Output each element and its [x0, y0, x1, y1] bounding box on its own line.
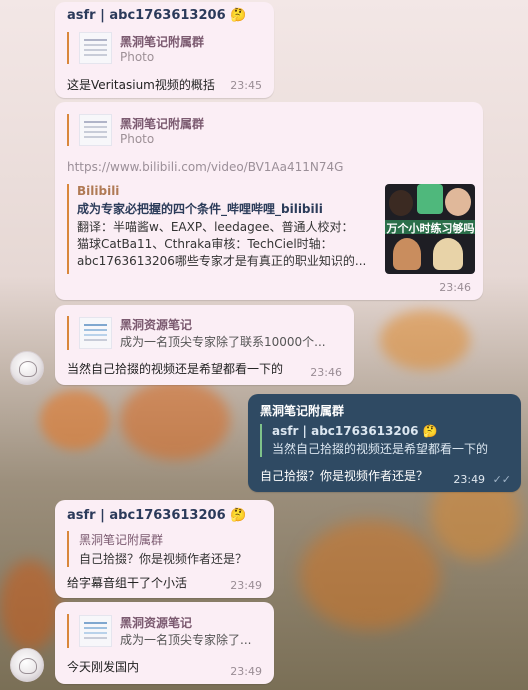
reply-title: 黑洞资源笔记	[120, 616, 193, 630]
reply-preview[interactable]: 黑洞笔记附属群 自己拾掇？你是视频作者还是？	[67, 531, 247, 567]
reply-subtitle: Photo	[120, 131, 155, 146]
background-blob	[300, 520, 440, 630]
reply-title: 黑洞笔记附属群	[120, 116, 205, 131]
chat-header: 黑洞笔记附属群	[260, 404, 345, 418]
reply-subtitle: 成为一名顶尖专家除了...	[120, 633, 252, 647]
reply-subtitle: 成为一名顶尖专家除了联系10000个...	[120, 335, 326, 349]
message-text: 给字幕音组干了个小活	[67, 576, 188, 590]
reply-thumbnail	[79, 317, 112, 349]
message-bubble[interactable]: asfr | abc1763613206 🤔 黑洞笔记附属群 自己拾掇？你是视频…	[55, 500, 274, 598]
outgoing-message-bubble[interactable]: 黑洞笔记附属群 asfr | abc1763613206 🤔 当然自己拾掇的视频…	[248, 394, 521, 492]
reply-thumbnail	[79, 615, 112, 647]
thumbnail-figure	[433, 238, 463, 270]
thinking-emoji-icon: 🤔	[422, 424, 438, 438]
message-bubble[interactable]: 黑洞笔记附属群 Photo https://www.bilibili.com/v…	[55, 102, 483, 300]
avatar[interactable]	[10, 351, 44, 385]
message-time: 23:46	[439, 281, 471, 294]
sender-name[interactable]: asfr | abc1763613206 🤔	[67, 508, 246, 523]
message-bubble[interactable]: 黑洞资源笔记 成为一名顶尖专家除了联系10000个... 当然自己拾掇的视频还是…	[55, 305, 354, 385]
sender-name[interactable]: asfr | abc1763613206 🤔	[67, 8, 246, 23]
message-text: 自己拾掇？你是视频作者还是？	[260, 469, 429, 483]
message-text: 今天刚发国内	[67, 660, 140, 674]
read-receipt-icon: ✓✓	[492, 473, 511, 486]
background-blob	[120, 380, 230, 460]
reply-thumbnail	[79, 114, 112, 146]
reply-preview[interactable]: 黑洞资源笔记 成为一名顶尖专家除了联系10000个...	[67, 316, 326, 350]
message-time: 23:46	[310, 366, 342, 379]
background-blob	[0, 560, 60, 650]
reply-title: 黑洞资源笔记	[120, 318, 193, 332]
link-preview[interactable]: Bilibili 成为专家必把握的四个条件_哔哩哔哩_bilibili 翻译：半…	[67, 184, 477, 274]
thinking-emoji-icon: 🤔	[230, 8, 247, 23]
message-time: 23:49	[230, 665, 262, 678]
reply-title: 黑洞笔记附属群	[79, 533, 164, 547]
preview-thumbnail[interactable]: 万个小时练习够吗	[385, 184, 475, 274]
message-time: 23:49	[453, 473, 486, 486]
reply-preview[interactable]: 黑洞笔记附属群 Photo	[67, 114, 204, 146]
thumbnail-caption: 万个小时练习够吗	[386, 222, 475, 235]
thumbnail-figure	[445, 188, 471, 216]
message-time: 23:45	[230, 79, 262, 92]
thumbnail-figure	[389, 190, 413, 216]
reply-subtitle: Photo	[120, 49, 155, 64]
message-text: 当然自己拾掇的视频还是希望都看一下的	[67, 362, 284, 376]
message-bubble[interactable]: asfr | abc1763613206 🤔 黑洞笔记附属群 Photo 这是V…	[55, 2, 274, 98]
message-time: 23:49	[230, 579, 262, 592]
thumbnail-figure	[393, 238, 421, 270]
message-text: 这是Veritasium视频的概括	[67, 78, 215, 92]
reply-subtitle: 自己拾掇？你是视频作者还是？	[79, 552, 248, 566]
background-blob	[380, 310, 470, 370]
reply-thumbnail	[79, 32, 112, 64]
reply-subtitle: 当然自己拾掇的视频还是希望都看一下的	[272, 442, 489, 456]
link-url[interactable]: https://www.bilibili.com/video/BV1Aa411N…	[67, 160, 343, 174]
reply-title: 黑洞笔记附属群	[120, 34, 205, 49]
sender-name-text: asfr | abc1763613206	[67, 508, 226, 523]
background-blob	[40, 390, 110, 450]
sender-name-text: asfr | abc1763613206	[67, 8, 226, 23]
reply-preview[interactable]: 黑洞资源笔记 成为一名顶尖专家除了...	[67, 614, 251, 648]
thinking-emoji-icon: 🤔	[230, 508, 247, 523]
thumbnail-figure	[417, 184, 443, 214]
reply-preview[interactable]: 黑洞笔记附属群 Photo	[67, 32, 204, 64]
avatar[interactable]	[10, 648, 44, 682]
message-bubble[interactable]: 黑洞资源笔记 成为一名顶尖专家除了... 今天刚发国内 23:49	[55, 602, 274, 684]
reply-preview[interactable]: asfr | abc1763613206 🤔 当然自己拾掇的视频还是希望都看一下…	[260, 424, 488, 457]
reply-title: asfr | abc1763613206	[272, 424, 419, 438]
